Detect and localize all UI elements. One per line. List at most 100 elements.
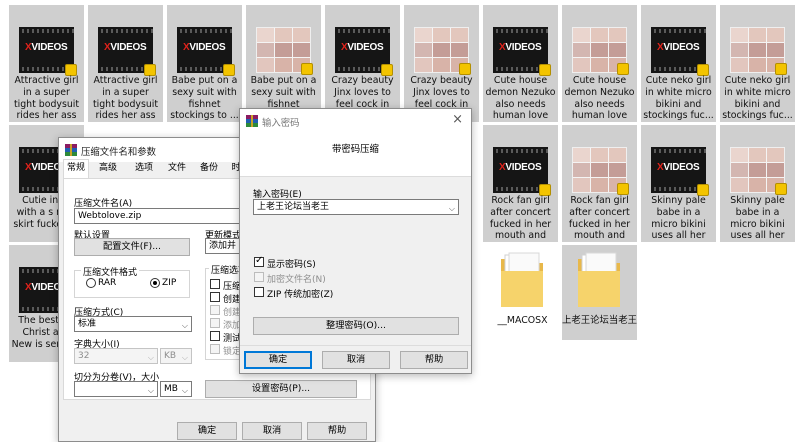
password-cancel-button[interactable]: 取消	[322, 351, 390, 369]
chevron-down-icon: ⌵	[448, 204, 455, 213]
encrypt-names-label: 加密文件名(N)	[267, 275, 326, 285]
show-password-label: 显示密码(S)	[267, 260, 316, 270]
show-password-checkbox[interactable]	[254, 255, 264, 267]
split-unit-select[interactable]: MB ⌵	[160, 381, 192, 397]
archive-cancel-button[interactable]: 取消	[242, 422, 302, 440]
xvideos-logo: XVIDEOS	[183, 42, 226, 53]
option-checkbox[interactable]	[210, 331, 220, 341]
winrar-icon	[246, 115, 258, 127]
video-file-tile[interactable]: XVIDEOS Attractive girl in a super tight …	[9, 5, 84, 122]
split-unit-value: MB	[164, 384, 178, 394]
video-file-tile[interactable]: XVIDEOS Crazy beauty Jinx loves to feel c…	[325, 5, 400, 122]
chevron-down-icon: ⌵	[181, 321, 188, 330]
logo-videos: VIDEOS	[31, 42, 68, 53]
file-name: Babe put on a sexy suit with fishnet sto…	[170, 75, 239, 122]
file-name: Rock fan girl after concert fucked in he…	[489, 195, 552, 242]
video-thumbnail: XVIDEOS	[493, 27, 551, 76]
format-group-label: 压缩文件格式	[81, 265, 140, 278]
chevron-down-icon: ⌵	[181, 386, 188, 395]
file-name: Cute neko girl in white micro bikini and…	[722, 75, 793, 122]
film-strip	[651, 149, 706, 153]
option-checkbox[interactable]	[210, 279, 220, 289]
option-checkbox[interactable]	[210, 344, 220, 354]
tab-general[interactable]: 常规	[63, 159, 89, 178]
password-input[interactable]: 上老王论坛当老王 ⌵	[253, 199, 459, 215]
encrypt-names-checkbox[interactable]	[254, 272, 264, 282]
password-heading: 带密码压缩	[332, 144, 379, 155]
option-checkbox[interactable]	[210, 305, 220, 315]
film-strip	[651, 29, 706, 33]
xvideos-logo: XVIDEOS	[25, 42, 68, 53]
organize-passwords-button[interactable]: 整理密码(O)...	[253, 317, 459, 335]
collage-thumbnail	[730, 147, 787, 195]
password-header-area	[240, 133, 471, 177]
video-file-tile[interactable]: Cute neko girl in white micro bikini and…	[720, 5, 795, 122]
close-icon[interactable]: ×	[452, 112, 463, 127]
video-thumbnail: XVIDEOS	[19, 27, 77, 76]
format-rar-radio[interactable]	[86, 278, 96, 288]
format-zip-radio[interactable]	[150, 278, 160, 288]
film-strip	[98, 29, 153, 33]
file-name: Cute house demon Nezuko also needs human…	[564, 75, 635, 122]
logo-videos: VIDEOS	[110, 42, 147, 53]
chevron-down-icon: ⌵	[181, 353, 188, 362]
file-name: Attractive girl in a super tight bodysui…	[13, 75, 80, 122]
media-badge-icon	[775, 183, 787, 195]
xvideos-logo: XVIDEOS	[499, 162, 542, 173]
logo-videos: VIDEOS	[505, 42, 542, 53]
method-select[interactable]: 标准 ⌵	[74, 316, 192, 332]
media-badge-icon	[459, 63, 471, 75]
tab-advanced[interactable]: 高级	[93, 160, 123, 177]
collage-thumbnail	[572, 27, 629, 75]
folder-item[interactable]: __MACOSX	[485, 245, 560, 340]
video-file-tile[interactable]: Cute house demon Nezuko also needs human…	[562, 5, 637, 122]
video-file-tile[interactable]: XVIDEOS Skinny pale babe in a micro bikin…	[641, 125, 716, 242]
folder-name: __MACOSX	[497, 315, 548, 326]
video-file-tile[interactable]: XVIDEOS Babe put on a sexy suit with fish…	[167, 5, 242, 122]
folder-item[interactable]: 上老王论坛当老王	[562, 245, 637, 340]
password-dialog-titlebar[interactable]: 输入密码 ×	[240, 109, 471, 133]
video-file-tile[interactable]: Crazy beauty Jinx loves to feel cock in …	[404, 5, 479, 122]
video-file-tile[interactable]: Rock fan girl after concert fucked in he…	[562, 125, 637, 242]
tab-backup[interactable]: 备份	[195, 160, 223, 177]
film-strip	[493, 149, 548, 153]
password-help-button[interactable]: 帮助	[400, 351, 468, 369]
tab-options[interactable]: 选项	[129, 160, 159, 177]
option-checkbox[interactable]	[210, 292, 220, 302]
password-ok-button[interactable]: 确定	[244, 351, 312, 369]
video-thumbnail: XVIDEOS	[335, 27, 393, 76]
method-value: 标准	[78, 319, 97, 329]
zip-legacy-checkbox[interactable]	[254, 287, 264, 297]
video-file-tile[interactable]: XVIDEOS Attractive girl in a super tight …	[88, 5, 163, 122]
dict-value: 32	[78, 351, 90, 361]
video-file-tile[interactable]: XVIDEOS Rock fan girl after concert fucke…	[483, 125, 558, 242]
profiles-button[interactable]: 配置文件(F)...	[74, 238, 190, 256]
folder-icon	[501, 252, 543, 307]
format-rar-label: RAR	[98, 278, 117, 288]
archive-name-input[interactable]: Webtolove.zip	[74, 208, 240, 224]
video-thumbnail: XVIDEOS	[651, 147, 709, 196]
chevron-down-icon: ⌵	[147, 353, 154, 362]
video-file-tile[interactable]: Skinny pale babe in a micro bikini uses …	[720, 125, 795, 242]
dict-select[interactable]: 32 ⌵	[74, 348, 158, 364]
update-mode-value: 添加并替	[209, 241, 237, 251]
dict-unit-select[interactable]: KB ⌵	[160, 348, 192, 364]
archive-ok-button[interactable]: 确定	[177, 422, 237, 440]
zip-legacy-label: ZIP 传统加密(Z)	[267, 290, 334, 300]
logo-videos: VIDEOS	[347, 42, 384, 53]
video-thumbnail: XVIDEOS	[651, 27, 709, 76]
video-file-tile[interactable]: Babe put on a sexy suit with fishnet	[246, 5, 321, 122]
option-checkbox[interactable]	[210, 318, 220, 328]
logo-videos: VIDEOS	[189, 42, 226, 53]
video-file-tile[interactable]: XVIDEOS Cute neko girl in white micro bik…	[641, 5, 716, 122]
file-name: Skinny pale babe in a micro bikini uses …	[730, 195, 785, 242]
archive-help-button[interactable]: 帮助	[307, 422, 367, 440]
set-password-button[interactable]: 设置密码(P)...	[205, 380, 357, 398]
logo-videos: VIDEOS	[505, 162, 542, 173]
video-file-tile[interactable]: XVIDEOS Cute house demon Nezuko also need…	[483, 5, 558, 122]
collage-thumbnail	[572, 147, 629, 195]
tab-files[interactable]: 文件	[163, 160, 191, 177]
password-dialog-title: 输入密码	[262, 118, 300, 129]
split-size-input[interactable]: ⌵	[74, 381, 158, 397]
media-badge-icon	[617, 183, 629, 195]
